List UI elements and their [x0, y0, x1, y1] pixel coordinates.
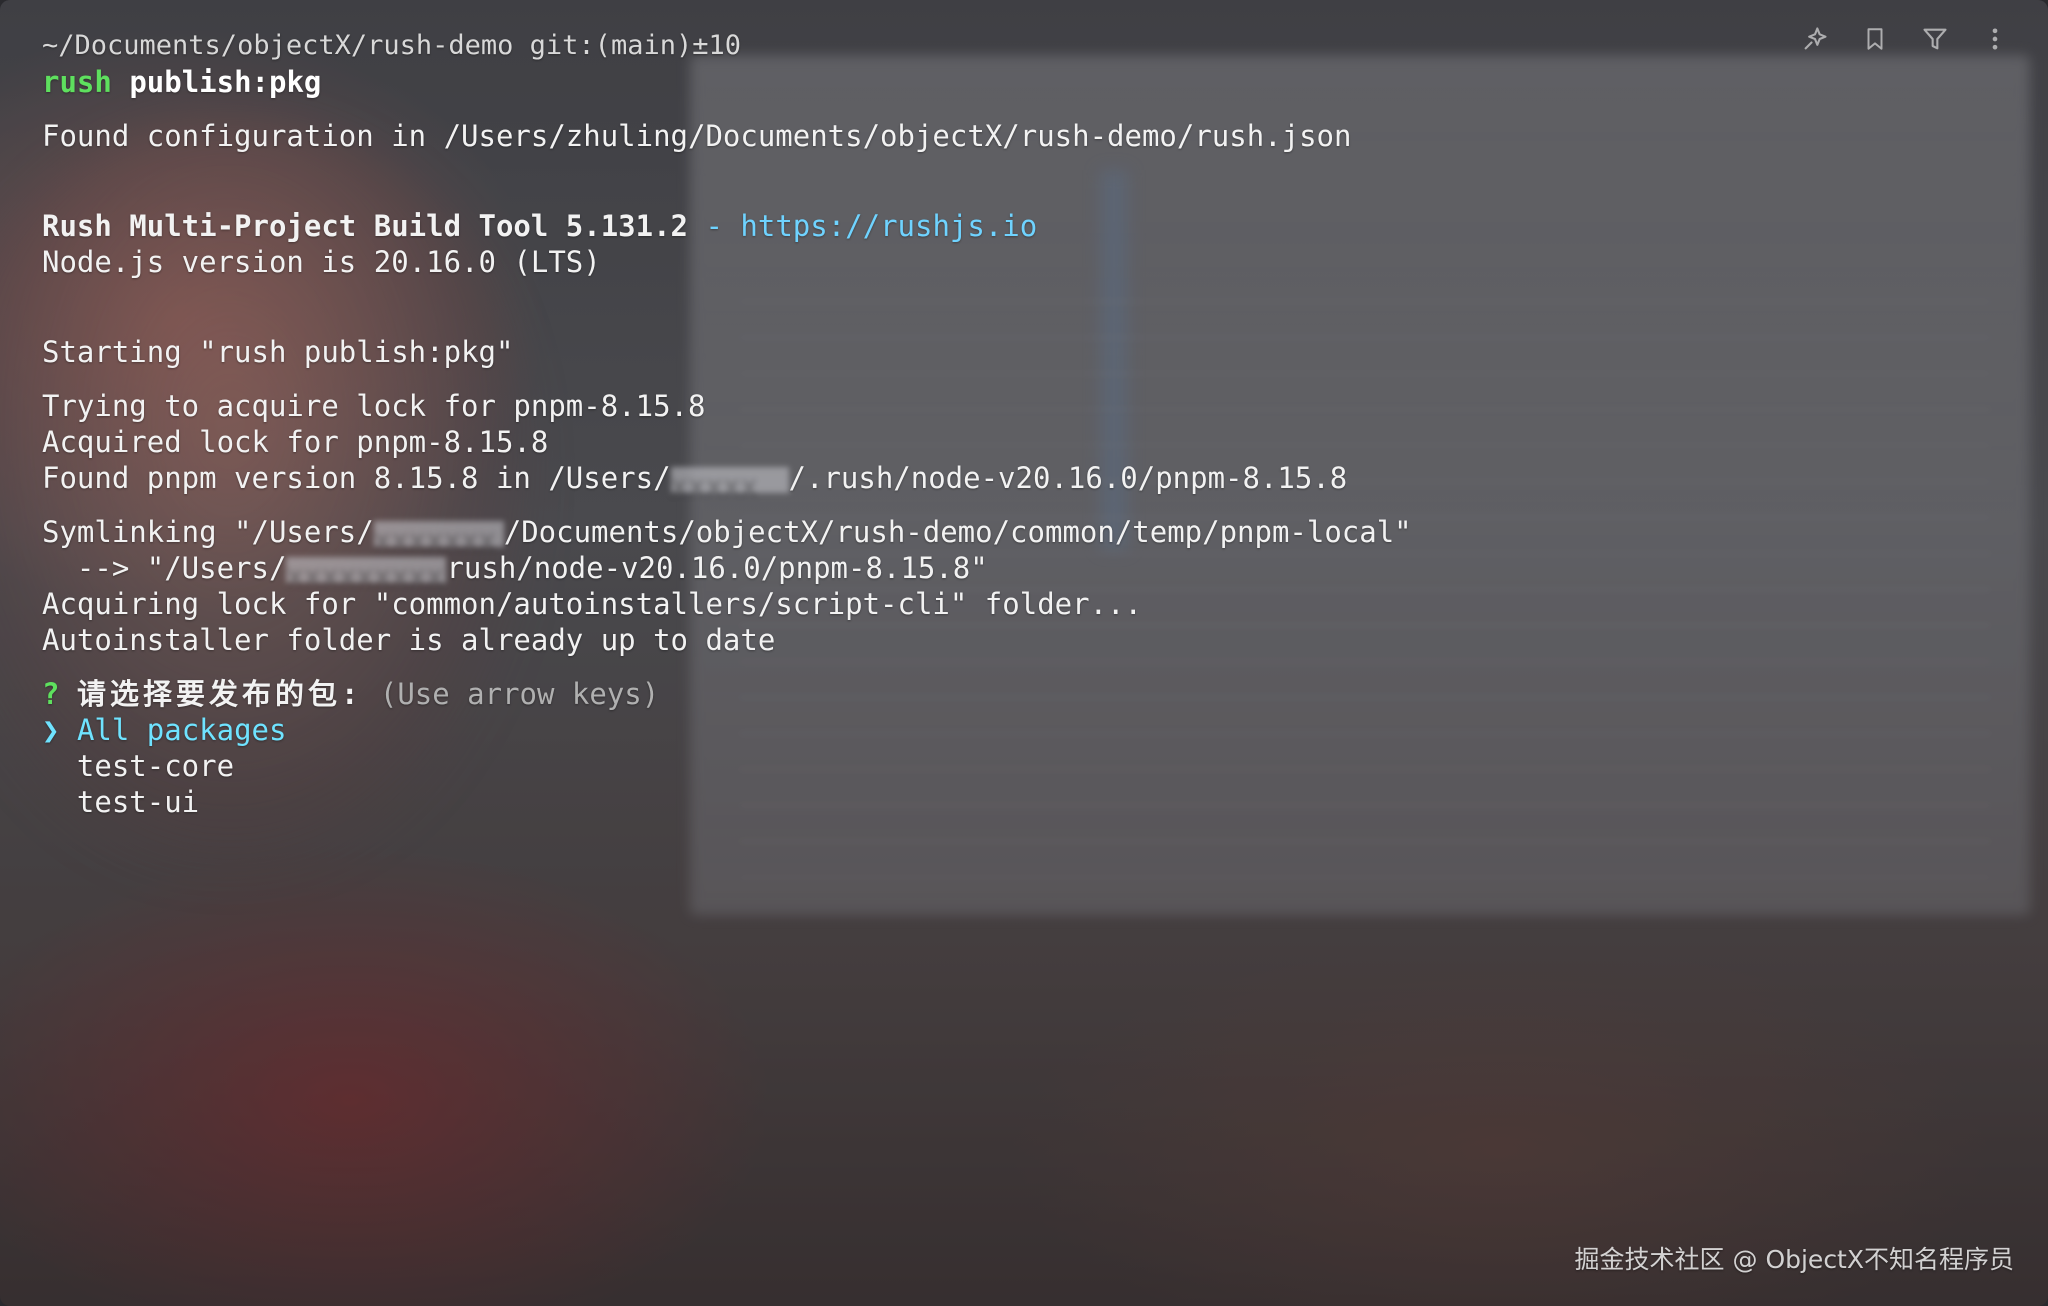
- option-test-core[interactable]: test-core: [42, 748, 1988, 784]
- rush-separator: -: [688, 209, 741, 243]
- found-pnpm-line: Found pnpm version 8.15.8 in /Users/xxxx…: [42, 460, 1988, 502]
- redacted-username: xxxxx: [670, 467, 789, 502]
- option-all-packages[interactable]: ❯ All packages: [42, 712, 1988, 748]
- rush-title: Rush Multi-Project Build Tool 5.131.2: [42, 209, 689, 243]
- redacted-username: xxxxxxxxx: [286, 557, 447, 592]
- command-line: rush publish:pkg: [42, 64, 1988, 100]
- command-arg: publish:pkg: [129, 65, 322, 99]
- terminal-window: ~/Documents/objectX/rush-demo git:(main)…: [0, 0, 2048, 1306]
- trying-lock-line: Trying to acquire lock for pnpm-8.15.8: [42, 389, 706, 423]
- question-text: 请选择要发布的包:: [76, 677, 363, 711]
- found-pnpm-suffix: /.rush/node-v20.16.0/pnpm-8.15.8: [788, 461, 1348, 495]
- arrow-suffix: rush/node-v20.16.0/pnpm-8.15.8": [446, 551, 988, 585]
- symlink-prefix: Symlinking "/Users/: [42, 515, 374, 549]
- found-pnpm-prefix: Found pnpm version 8.15.8 in /Users/: [42, 461, 671, 495]
- watermark: 掘金技术社区 @ ObjectX不知名程序员: [1574, 1245, 2014, 1274]
- node-version-line: Node.js version is 20.16.0 (LTS): [42, 245, 601, 279]
- prompt-path: ~/Documents/objectX/rush-demo git:(main)…: [42, 30, 741, 61]
- found-config-line: Found configuration in /Users/zhuling/Do…: [42, 119, 1352, 153]
- question-hint: (Use arrow keys): [379, 677, 660, 711]
- symlink-suffix: /Documents/objectX/rush-demo/common/temp…: [503, 515, 1412, 549]
- pointer-icon: ❯: [42, 713, 60, 747]
- option-label: test-ui: [76, 785, 200, 819]
- option-label: test-core: [76, 749, 235, 783]
- rush-url-link[interactable]: https://rushjs.io: [740, 209, 1037, 243]
- arrow-prefix: --> "/Users/: [42, 551, 287, 585]
- acquired-lock-line: Acquired lock for pnpm-8.15.8: [42, 425, 549, 459]
- question-mark: ?: [42, 677, 60, 711]
- autoinstaller-line: Autoinstaller folder is already up to da…: [42, 623, 776, 657]
- terminal-output[interactable]: ~/Documents/objectX/rush-demo git:(main)…: [42, 28, 1988, 820]
- command-bin: rush: [42, 65, 112, 99]
- rush-title-line: Rush Multi-Project Build Tool 5.131.2 - …: [42, 208, 1988, 244]
- symlink-target-line: --> "/Users/xxxxxxxxxrush/node-v20.16.0/…: [42, 550, 1988, 592]
- prompt-question-line: ? 请选择要发布的包: (Use arrow keys): [42, 676, 1988, 712]
- symlink-line: Symlinking "/Users/xxxxxxx/Documents/obj…: [42, 514, 1988, 556]
- option-label: All packages: [76, 713, 287, 747]
- option-test-ui[interactable]: test-ui: [42, 784, 1988, 820]
- redacted-username: xxxxxxx: [373, 521, 504, 556]
- starting-line: Starting "rush publish:pkg": [42, 335, 514, 369]
